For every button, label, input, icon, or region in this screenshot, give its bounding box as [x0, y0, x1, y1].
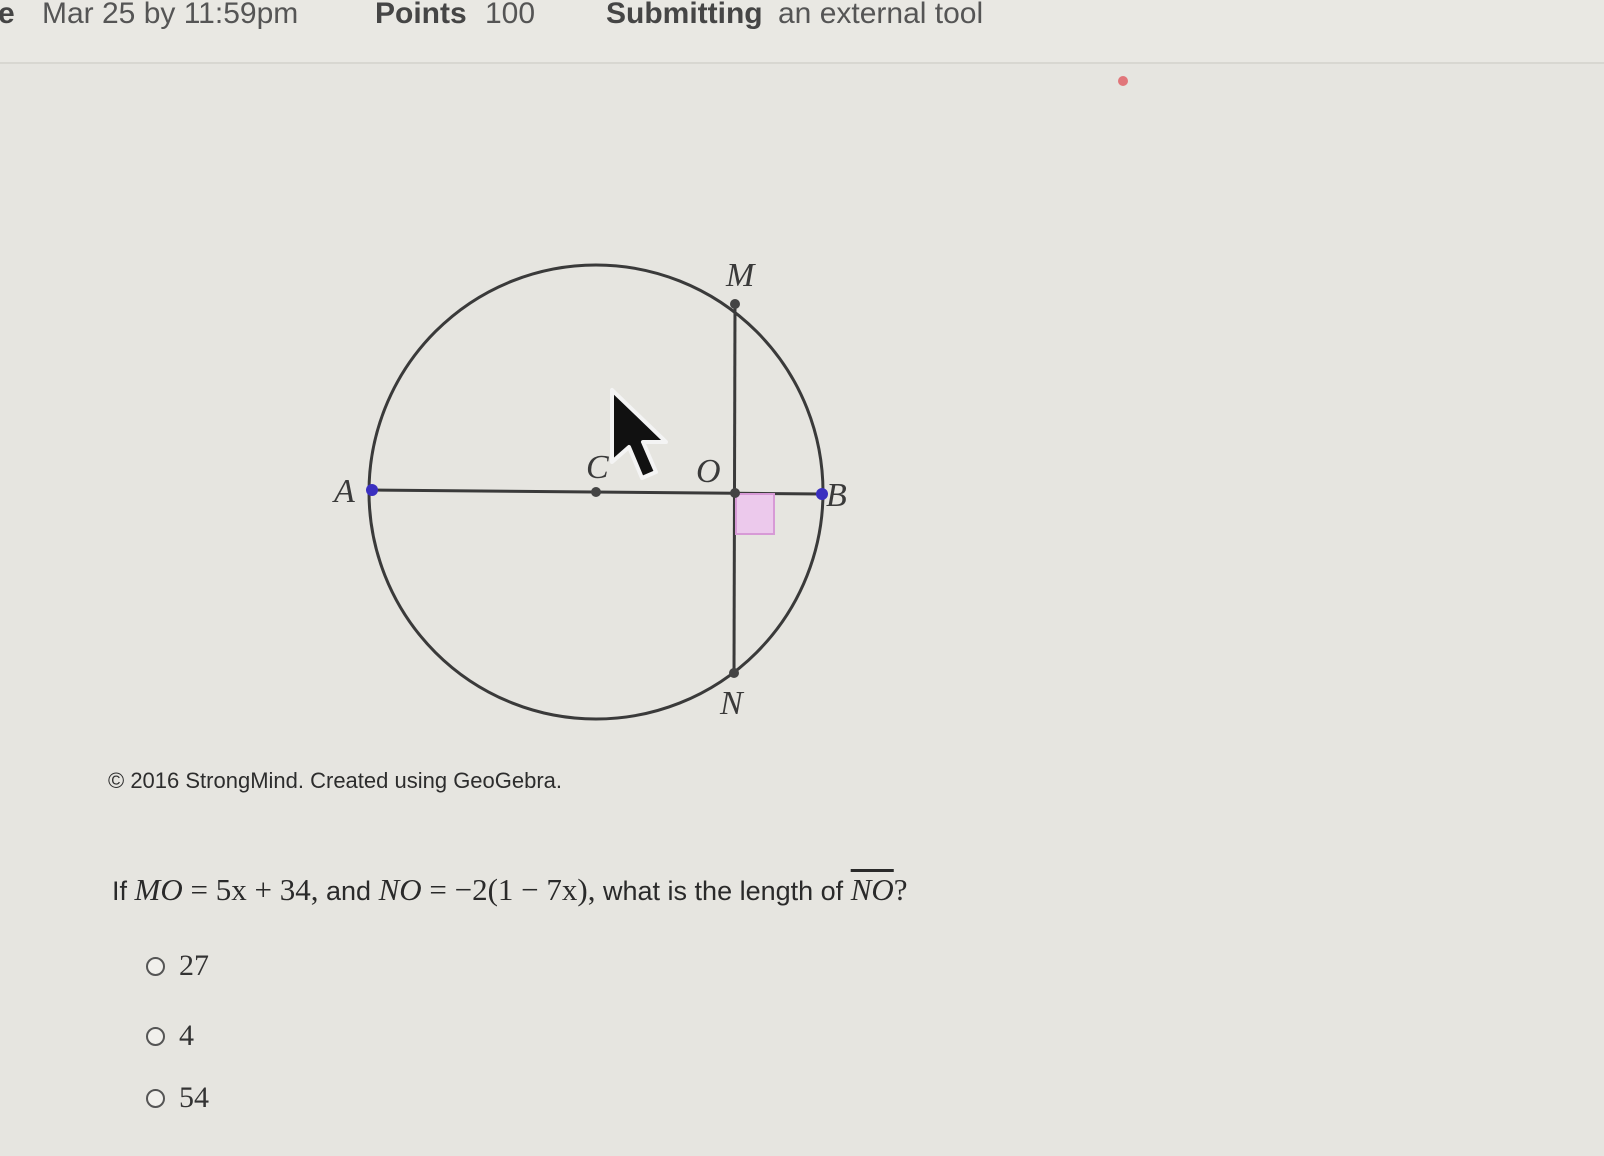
segment-no-label: NO: [850, 872, 894, 907]
no-equation: NO = −2(1 − 7x),: [379, 872, 596, 907]
submitting-value: an external tool: [778, 0, 984, 30]
question-prefix: If: [112, 876, 128, 906]
point-m: [730, 299, 740, 309]
mo-equation: MO = 5x + 34,: [135, 872, 319, 907]
answer-option-2[interactable]: 4: [146, 1016, 194, 1056]
question-mark: ?: [893, 872, 908, 907]
assignment-details-bar: e Mar 25 by 11:59pm Points 100 Submittin…: [0, 0, 1604, 64]
answer-option-3[interactable]: 54: [146, 1078, 209, 1118]
circle-diagram: A B C O M N: [332, 257, 847, 722]
point-o: [730, 488, 740, 498]
submitting-label: Submitting: [606, 0, 763, 30]
segment-no: NO?: [851, 872, 908, 907]
question-and: and: [325, 876, 372, 906]
no-lhs: NO: [378, 872, 422, 907]
no-rhs: = −2(1 − 7x),: [429, 872, 596, 907]
point-c: [591, 487, 601, 497]
answer-option-3-label: 54: [179, 1081, 209, 1114]
diagram-copyright: © 2016 StrongMind. Created using GeoGebr…: [108, 768, 563, 793]
question-suffix: what is the length of: [603, 876, 844, 906]
due-label: e: [0, 0, 15, 30]
radio-button-2[interactable]: [146, 1026, 165, 1046]
label-b: B: [826, 477, 847, 514]
red-dot-mark: [1118, 76, 1128, 86]
label-n: N: [719, 685, 745, 722]
radio-button-1[interactable]: [146, 956, 165, 976]
question-text: If MO = 5x + 34, and NO = −2(1 − 7x), wh…: [112, 870, 908, 911]
due-date: Mar 25 by 11:59pm: [42, 0, 299, 30]
point-n: [729, 668, 739, 678]
mo-lhs: MO: [134, 872, 183, 907]
points-label: Points: [375, 0, 467, 30]
right-angle-mark: [735, 493, 775, 535]
answer-option-2-label: 4: [179, 1019, 194, 1052]
mo-rhs: = 5x + 34,: [190, 872, 319, 907]
cutoff-region: 54: [0, 1070, 1604, 1156]
radio-button-3[interactable]: [146, 1088, 165, 1108]
point-a: [366, 484, 378, 496]
points-value: 100: [485, 0, 536, 30]
answer-option-1-label: 27: [179, 949, 209, 982]
answer-option-1[interactable]: 27: [146, 946, 209, 986]
label-o: O: [696, 453, 721, 490]
label-m: M: [725, 257, 756, 294]
label-c: C: [586, 449, 609, 486]
mouse-pointer-icon: [610, 388, 668, 480]
label-a: A: [332, 473, 355, 510]
